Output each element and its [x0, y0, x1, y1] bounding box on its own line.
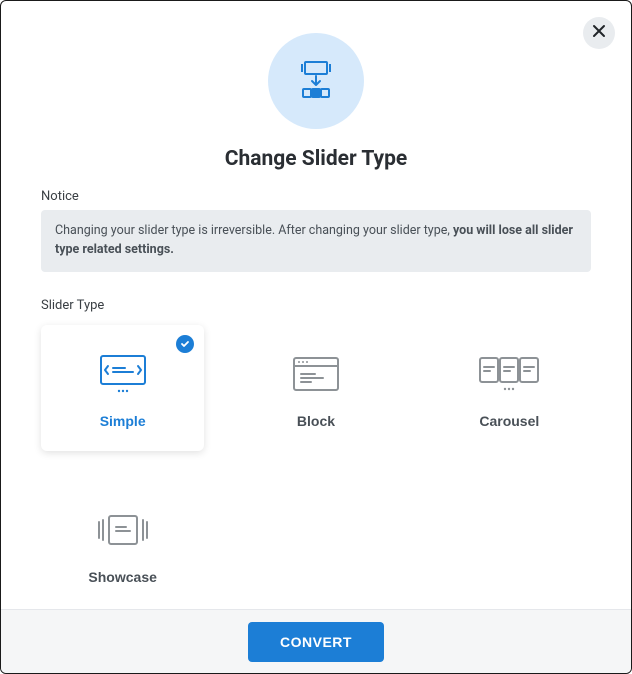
modal-footer: CONVERT — [1, 609, 631, 673]
close-button[interactable] — [583, 17, 615, 49]
close-icon — [592, 24, 606, 43]
option-label: Carousel — [479, 413, 539, 429]
hero-slider-icon — [268, 33, 364, 129]
slider-type-option-simple[interactable]: Simple — [41, 325, 204, 451]
selected-check-icon — [176, 335, 194, 353]
carousel-slider-icon — [476, 355, 542, 393]
notice-text: Changing your slider type is irreversibl… — [55, 223, 453, 238]
slider-type-option-carousel[interactable]: Carousel — [428, 325, 591, 451]
option-label: Block — [297, 413, 335, 429]
modal-body: Change Slider Type Notice Changing your … — [1, 1, 631, 609]
modal-title: Change Slider Type — [41, 147, 591, 171]
slider-type-option-block[interactable]: Block — [234, 325, 397, 451]
option-label: Showcase — [88, 569, 156, 585]
slider-type-grid: Simple Block — [41, 325, 591, 607]
slider-type-option-showcase[interactable]: Showcase — [41, 481, 204, 607]
option-label: Simple — [100, 413, 146, 429]
block-slider-icon — [288, 355, 344, 393]
change-slider-type-modal: Change Slider Type Notice Changing your … — [0, 0, 632, 674]
notice-box: Changing your slider type is irreversibl… — [41, 210, 591, 272]
simple-slider-icon — [93, 355, 153, 393]
slider-type-label: Slider Type — [41, 298, 591, 313]
notice-label: Notice — [41, 189, 591, 204]
showcase-slider-icon — [93, 511, 153, 549]
convert-button[interactable]: CONVERT — [248, 622, 384, 662]
